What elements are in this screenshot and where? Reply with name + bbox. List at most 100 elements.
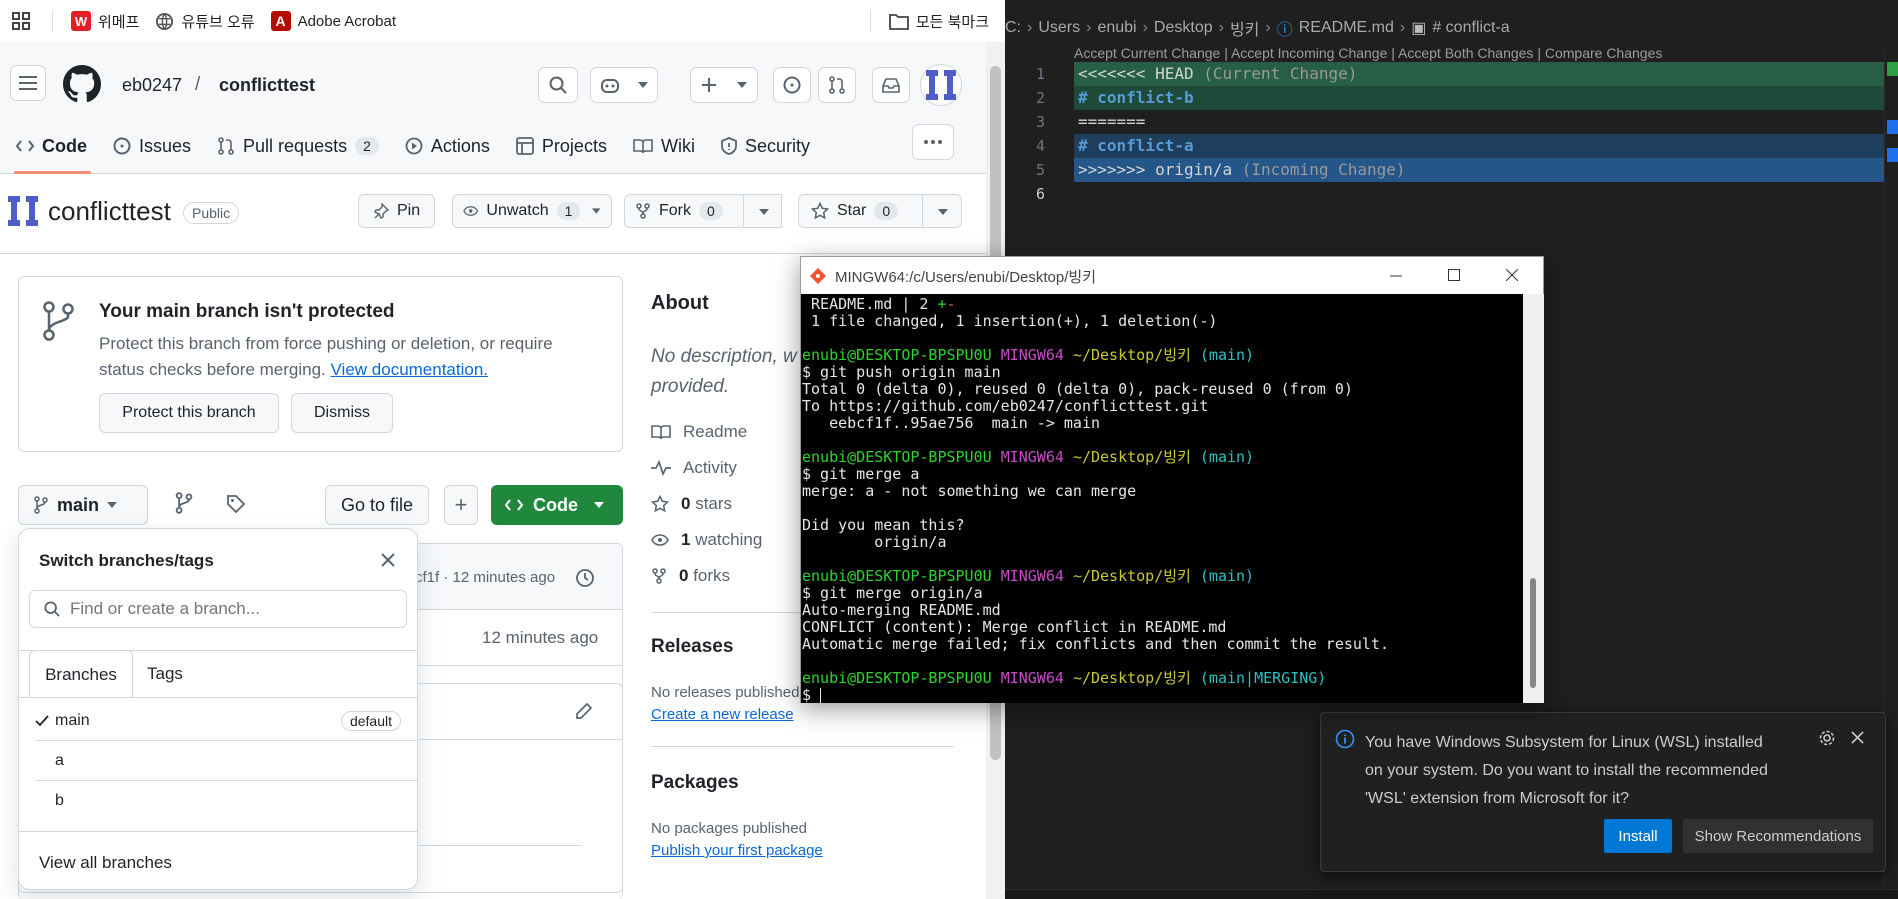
breadcrumb-item[interactable]: enubi [1097,19,1136,37]
branch-item-b[interactable]: b [35,781,417,821]
code-line[interactable]: ======= [1074,110,1884,134]
bookmark-adobe-acrobat[interactable]: A Adobe Acrobat [263,6,404,36]
github-logo-icon[interactable] [63,65,101,103]
git-bash-window: MINGW64:/c/Users/enubi/Desktop/빙키 README… [800,256,1544,703]
view-documentation-link[interactable]: View documentation. [331,360,489,379]
terminal-line: Did you mean this? [802,517,1523,534]
star-button[interactable]: Star 0 [798,194,962,228]
merge-codelens[interactable]: Accept Current Change | Accept Incoming … [1074,45,1662,61]
menu-button[interactable] [10,65,46,101]
terminal-text: eebcf1f..95ae756 main -> main [802,414,1101,432]
terminal-line: $ [802,687,1523,703]
branch-select-button[interactable]: main [18,485,148,525]
breadcrumb-item[interactable]: README.md [1299,19,1394,37]
tab-code[interactable]: Code [14,122,91,174]
protect-branch-button[interactable]: Protect this branch [99,393,279,433]
create-new-button[interactable] [690,67,758,103]
stars-link[interactable]: 0 stars [651,486,762,522]
apps-grid-icon[interactable] [0,6,42,36]
readme-link[interactable]: Readme [651,414,762,450]
terminal-line: 1 file changed, 1 insertion(+), 1 deleti… [802,313,1523,330]
breadcrumb-item[interactable]: Users [1038,19,1080,37]
code-text: <<<<<<< HEAD [1078,64,1194,83]
editor-scrollbar[interactable] [1884,48,1898,892]
code-download-button[interactable]: Code [491,485,623,525]
add-file-button[interactable]: + [444,485,478,525]
gear-icon[interactable] [1818,729,1836,747]
inbox-button[interactable] [872,67,910,103]
search-icon [44,601,60,617]
packages-title[interactable]: Packages [651,772,739,794]
branch-search-field[interactable] [70,599,370,619]
create-release-link[interactable]: Create a new release [651,706,794,723]
breadcrumb-item[interactable]: 빙키 [1230,16,1259,40]
chevron-down-icon [938,209,948,215]
code-line[interactable] [1074,182,1884,206]
line-number: 4 [1035,137,1045,155]
folder-icon [888,13,909,30]
dismiss-button[interactable]: Dismiss [291,393,393,433]
tab-security[interactable]: Security [721,122,810,170]
code-line[interactable]: <<<<<<< HEAD (Current Change) [1074,62,1884,86]
avatar[interactable] [920,64,962,106]
pull-requests-header-button[interactable] [818,67,856,103]
chevron-down-icon [759,209,769,215]
terminal-scrollbar[interactable] [1523,294,1544,703]
go-to-file-button[interactable]: Go to file [325,485,429,525]
commit-meta[interactable]: cf1f · 12 minutes ago [415,569,555,586]
fork-button[interactable]: Fork 0 [624,194,782,228]
breadcrumb-separator: › [1027,19,1033,36]
copilot-button[interactable] [590,67,658,103]
publish-package-link[interactable]: Publish your first package [651,842,823,859]
code-line[interactable]: >>>>>>> origin/a (Incoming Change) [1074,158,1884,182]
repo-owner-link[interactable]: eb0247 [122,75,182,96]
code-line[interactable]: # conflict-a [1074,134,1884,158]
tag-icon[interactable] [226,494,246,514]
maximize-icon[interactable] [1448,269,1460,281]
tab-wiki[interactable]: Wiki [633,122,695,170]
branch-item-main[interactable]: main default [35,701,417,741]
branch-search-input[interactable] [29,590,407,628]
pin-button[interactable]: Pin [358,194,436,228]
history-icon[interactable] [575,568,595,588]
pencil-icon[interactable] [575,702,593,720]
breadcrumb-item[interactable]: C: [1005,19,1021,37]
line-number: 1 [1035,65,1045,83]
breadcrumb-item[interactable]: Desktop [1154,19,1213,37]
close-icon[interactable] [1851,731,1864,744]
view-all-branches-link[interactable]: View all branches [39,853,172,873]
close-icon[interactable] [1506,269,1518,281]
terminal-output[interactable]: README.md | 2 +- 1 file changed, 1 inser… [801,294,1523,703]
tab-tags[interactable]: Tags [147,650,183,698]
close-icon[interactable] [381,553,395,567]
search-button[interactable] [538,67,578,103]
releases-title[interactable]: Releases [651,636,733,658]
watching-link[interactable]: 1 watching [651,522,762,558]
show-recommendations-button[interactable]: Show Recommendations [1683,819,1873,853]
tab-issues[interactable]: Issues [113,122,191,170]
issues-header-button[interactable] [773,67,811,103]
scrollbar-thumb[interactable] [1530,578,1536,688]
about-description-line: No description, w [651,346,797,367]
bookmark-youtube-error[interactable]: 유튜브 오류 [147,6,262,36]
code-line[interactable]: # conflict-b [1074,86,1884,110]
branch-item-a[interactable]: a [35,741,417,781]
install-button[interactable]: Install [1604,819,1672,853]
all-bookmarks-button[interactable]: 모든 북마크 [881,6,997,36]
activity-link[interactable]: Activity [651,450,762,486]
bookmark-wemakeprice[interactable]: W 위메프 [63,6,147,36]
branch-dropdown: Switch branches/tags Branches Tags main … [18,528,418,890]
unwatch-label: Unwatch [486,202,549,219]
more-tabs-button[interactable] [912,124,954,160]
branches-icon[interactable] [174,492,194,514]
tab-pull-requests[interactable]: Pull requests 2 [217,122,379,170]
breadcrumb-item[interactable]: # conflict-a [1432,19,1509,37]
tab-actions[interactable]: Actions [405,122,490,170]
forks-link[interactable]: 0 forks [651,558,762,594]
tab-branches[interactable]: Branches [29,650,133,698]
unwatch-button[interactable]: Unwatch 1 [452,194,612,228]
tab-projects[interactable]: Projects [516,122,607,170]
minimize-icon[interactable] [1390,275,1402,277]
repo-name-link[interactable]: conflicttest [219,75,315,96]
repo-title[interactable]: conflicttest [48,196,171,227]
